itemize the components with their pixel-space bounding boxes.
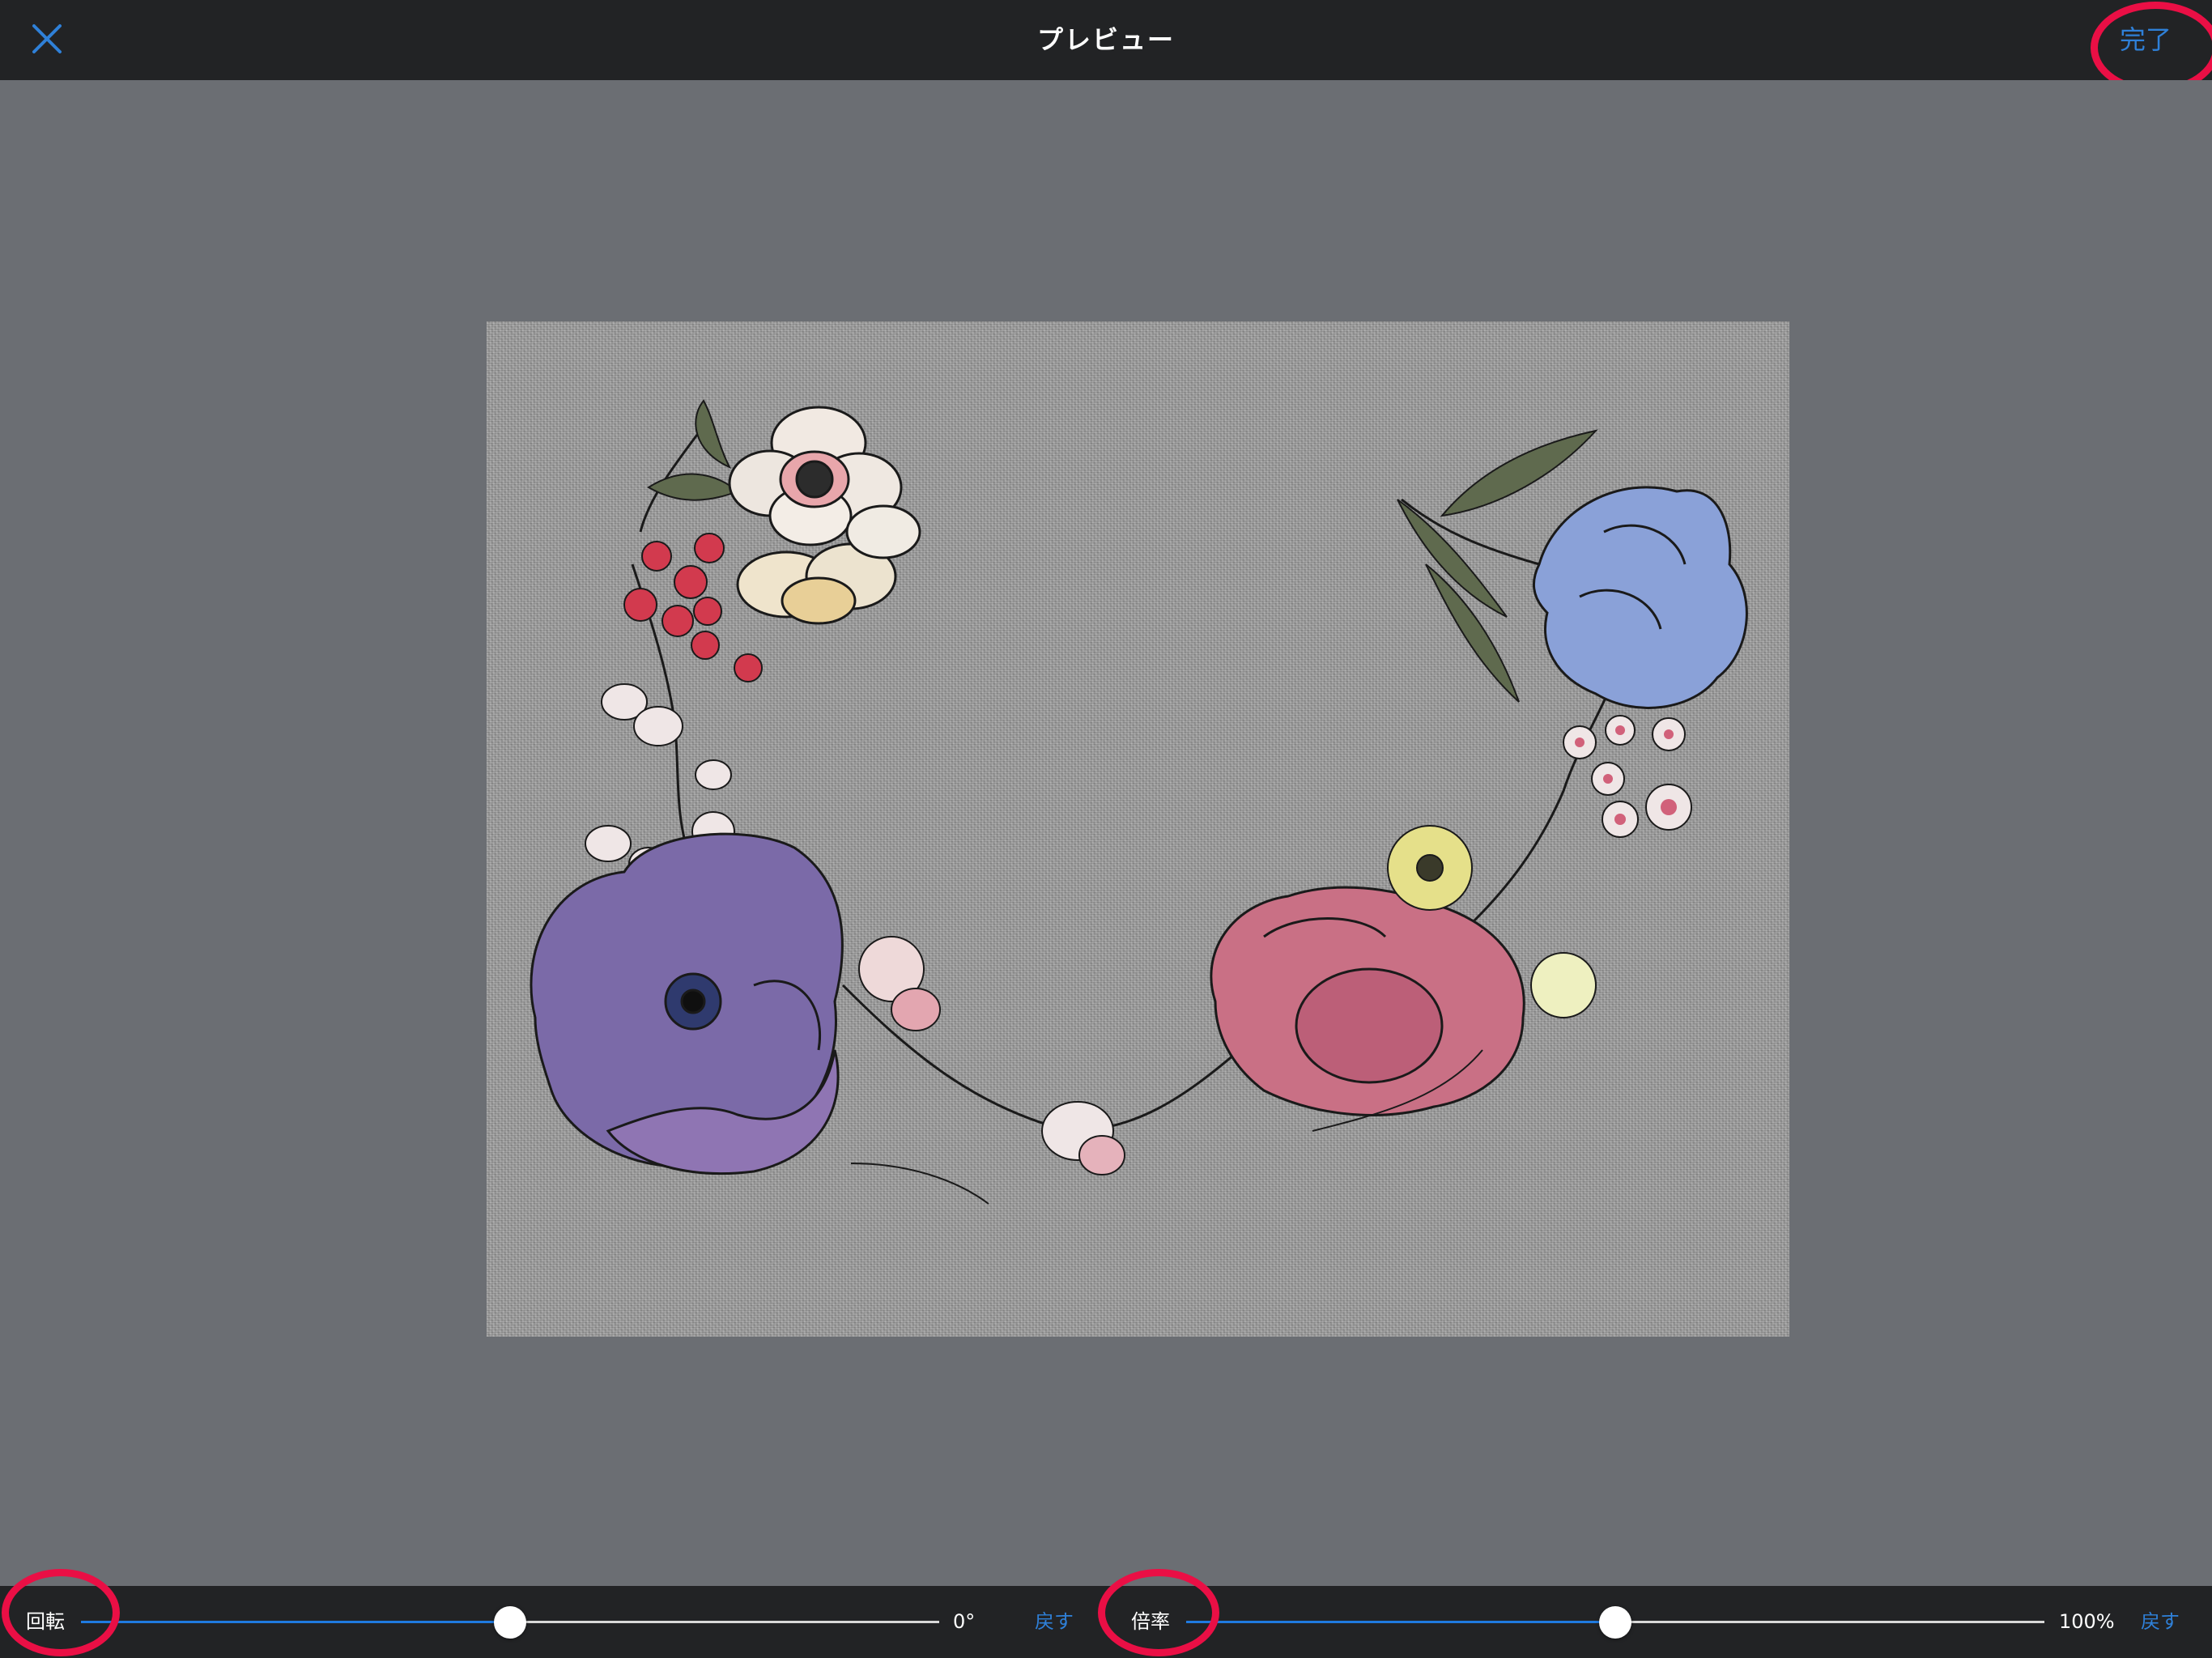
rotation-slider-thumb[interactable]: [494, 1606, 526, 1639]
close-icon: [32, 24, 62, 53]
scale-value: 100%: [2059, 1610, 2115, 1633]
page-title: プレビュー: [1036, 24, 1175, 55]
done-button[interactable]: 完了: [2120, 0, 2172, 80]
scale-reset-button[interactable]: 戻す: [2141, 1586, 2180, 1658]
scale-slider[interactable]: [1186, 1586, 2044, 1658]
bottom-control-bar: 回転 0° 戻す 倍率 100% 戻す: [0, 1586, 2212, 1658]
rotation-label: 回転: [26, 1610, 65, 1633]
rotation-value: 0°: [953, 1610, 976, 1633]
rotation-reset-button[interactable]: 戻す: [1035, 1586, 1074, 1658]
scale-label: 倍率: [1131, 1610, 1170, 1633]
rotation-slider-fill: [81, 1621, 510, 1623]
close-button[interactable]: [24, 16, 70, 62]
floral-wreath-image: [487, 321, 1789, 1337]
rotation-slider[interactable]: [81, 1586, 939, 1658]
preview-canvas: [0, 80, 2212, 1586]
scale-slider-fill: [1186, 1621, 1615, 1623]
scale-slider-thumb[interactable]: [1599, 1606, 1631, 1639]
top-bar: プレビュー 完了: [0, 0, 2212, 80]
